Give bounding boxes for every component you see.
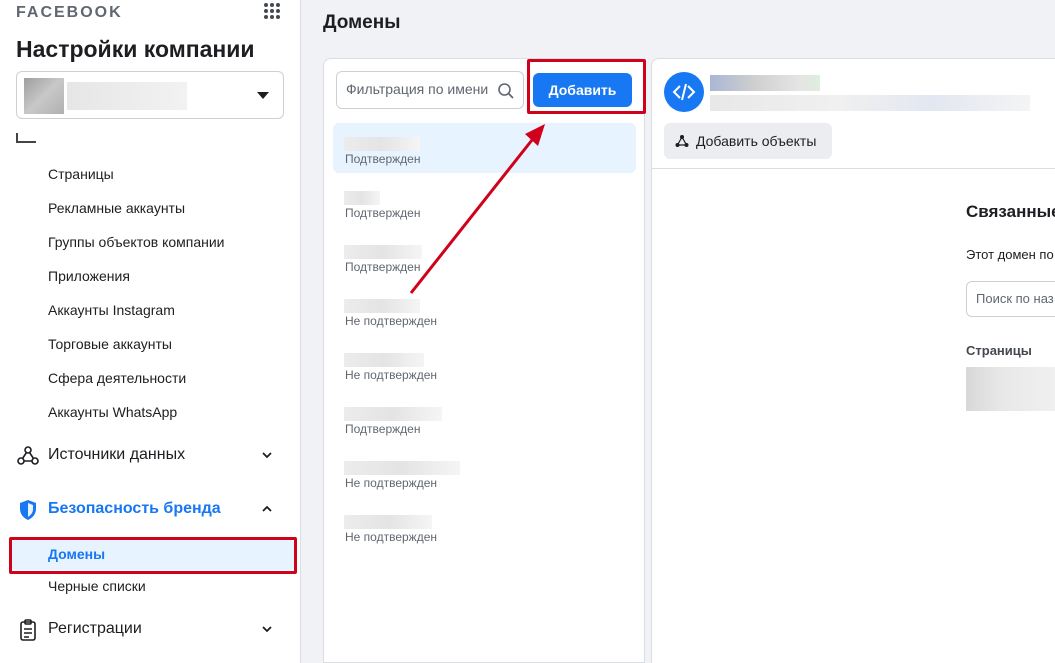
sidebar-section-label: Регистрации (48, 620, 142, 637)
data-sources-icon (17, 446, 39, 465)
company-avatar-blurred (24, 78, 64, 114)
sidebar-section-label: Источники данных (48, 446, 186, 463)
chevron-down-icon (262, 452, 272, 459)
linked-assets-title: Связанные (966, 202, 1055, 221)
page-title: Домены (323, 12, 401, 33)
sidebar: FACEBOOK Настройки компании Страницы Рек… (0, 0, 301, 663)
domain-subtitle-blurred (710, 95, 1030, 111)
code-domain-icon (664, 72, 704, 112)
sidebar-item-pages[interactable]: Страницы (48, 166, 114, 182)
linked-search-input[interactable] (976, 291, 1055, 306)
domain-name-blurred (344, 407, 442, 421)
detail-header: Добавить объекты (652, 59, 1055, 169)
domain-list-item[interactable]: Не подтвержден (333, 447, 636, 497)
sidebar-item-label: Домены (48, 546, 106, 562)
sidebar-section-label: Безопасность бренда (48, 500, 221, 517)
pages-section-label: Страницы (966, 343, 1032, 358)
add-objects-button[interactable]: Добавить объекты (664, 123, 832, 159)
company-name-blurred (67, 82, 187, 110)
page-entry-blurred (966, 367, 1055, 411)
sidebar-item-lines-of-business[interactable]: Сфера деятельности (48, 370, 186, 386)
domain-name-blurred (344, 515, 432, 529)
sidebar-item-ad-accounts[interactable]: Рекламные аккаунты (48, 200, 185, 216)
sidebar-section-registrations[interactable]: Регистрации (16, 616, 284, 644)
sidebar-item-whatsapp-accounts[interactable]: Аккаунты WhatsApp (48, 404, 177, 420)
domain-title-blurred (710, 75, 820, 91)
domain-list-item[interactable]: Подтвержден (333, 177, 636, 227)
domain-list-item[interactable]: Не подтвержден (333, 501, 636, 551)
chevron-down-icon (262, 626, 272, 633)
add-objects-label: Добавить объекты (696, 133, 817, 149)
company-settings-title: Настройки компании (16, 36, 255, 62)
domain-filter-box[interactable] (336, 71, 524, 109)
sidebar-item-blocklists[interactable]: Черные списки (48, 578, 146, 594)
company-selector[interactable] (16, 71, 284, 119)
domains-list-panel: Добавить Подтвержден Подтвержден Подтвер… (323, 58, 645, 663)
sidebar-item-instagram-accounts[interactable]: Аккаунты Instagram (48, 302, 175, 318)
code-brackets-icon (672, 83, 696, 101)
sidebar-section-data-sources[interactable]: Источники данных (16, 442, 284, 470)
shield-icon (20, 500, 36, 520)
sidebar-item-business-asset-groups[interactable]: Группы объектов компании (48, 234, 225, 250)
domain-filter-input[interactable] (346, 81, 496, 97)
domain-name-blurred (344, 137, 420, 151)
domain-status: Подтвержден (345, 260, 421, 274)
chevron-up-icon (262, 505, 272, 512)
clipboard-icon (20, 619, 36, 641)
domain-name-blurred (344, 191, 380, 205)
domain-status: Подтвержден (345, 422, 421, 436)
domain-list-item[interactable]: Не подтвержден (333, 339, 636, 389)
domain-status: Подтвержден (345, 206, 421, 220)
chevron-down-icon (257, 92, 269, 99)
sidebar-item-commerce-accounts[interactable]: Торговые аккаунты (48, 336, 172, 352)
domain-name-blurred (344, 353, 424, 367)
domain-detail-panel: Добавить объекты Связанные Этот домен по… (651, 58, 1055, 663)
facebook-logo-text: FACEBOOK (16, 4, 123, 21)
sidebar-item-apps[interactable]: Приложения (48, 268, 130, 284)
domain-list-item[interactable]: Не подтвержден (333, 285, 636, 335)
add-domain-button[interactable]: Добавить (533, 73, 632, 107)
sidebar-section-brand-safety[interactable]: Безопасность бренда (16, 496, 284, 524)
search-icon (498, 83, 514, 99)
domain-list-item[interactable]: Подтвержден (333, 231, 636, 281)
sidebar-item-domains[interactable]: Домены (12, 540, 294, 570)
domain-status: Не подтвержден (345, 476, 437, 490)
domain-status: Не подтвержден (345, 368, 437, 382)
apps-grid-icon[interactable] (262, 1, 282, 21)
domain-status: Подтвержден (345, 152, 421, 166)
domain-list-item[interactable]: Подтвержден (333, 393, 636, 443)
cut-off-section-icon (16, 133, 36, 143)
linked-assets-description: Этот домен по (966, 247, 1054, 262)
linked-search-box[interactable] (966, 281, 1055, 317)
domain-status: Не подтвержден (345, 530, 437, 544)
domain-name-blurred (344, 461, 460, 475)
domain-name-blurred (344, 245, 422, 259)
share-nodes-icon (675, 135, 689, 147)
domain-name-blurred (344, 299, 420, 313)
domain-list-item[interactable]: Подтвержден (333, 123, 636, 173)
domain-status: Не подтвержден (345, 314, 437, 328)
